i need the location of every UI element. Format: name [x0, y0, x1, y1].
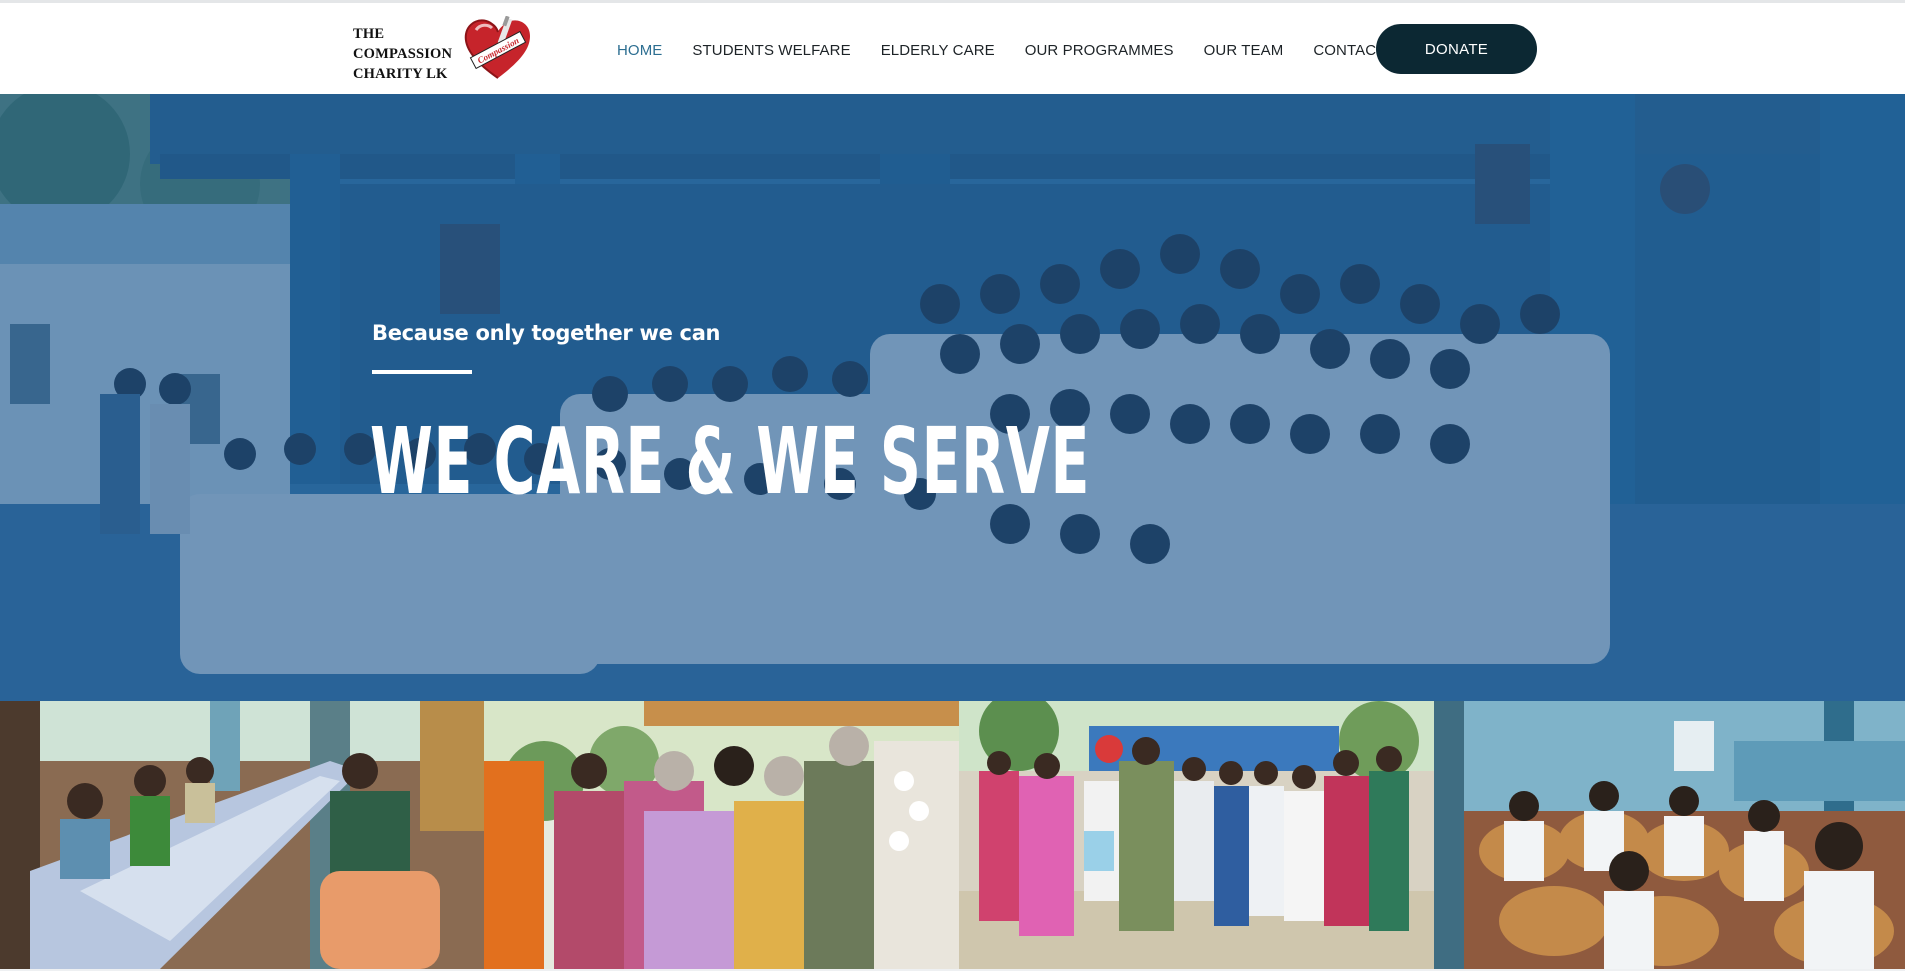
- logo-line-1: THE: [353, 26, 385, 42]
- logo-wordmark: THE COMPASSION CHARITY LK: [353, 24, 452, 84]
- nav-item-students-welfare[interactable]: STUDENTS WELFARE: [692, 42, 850, 59]
- elderly-dining-photo[interactable]: [0, 701, 484, 969]
- logo-line-2: COMPASSION: [353, 46, 453, 62]
- nav-item-home[interactable]: HOME: [617, 42, 662, 59]
- nav-item-our-programmes[interactable]: OUR PROGRAMMES: [1025, 42, 1174, 59]
- site-header: THE COMPASSION CHARITY LK Compassion HOM…: [0, 3, 1905, 94]
- students-seated-photo[interactable]: [1434, 701, 1905, 969]
- hero-banner: Because only together we can We Care & W…: [0, 94, 1905, 701]
- photo-gallery: [0, 701, 1905, 969]
- site-logo[interactable]: THE COMPASSION CHARITY LK Compassion: [352, 16, 530, 82]
- logo-line-3: CHARITY LK: [353, 66, 448, 82]
- elderly-group-prayer-photo[interactable]: [484, 701, 959, 969]
- students-donation-photo[interactable]: [959, 701, 1434, 969]
- hero-overlay: [0, 94, 1905, 701]
- hero-divider: [372, 370, 472, 374]
- main-nav: HOME STUDENTS WELFARE ELDERLY CARE OUR P…: [617, 39, 1410, 61]
- nav-item-elderly-care[interactable]: ELDERLY CARE: [881, 42, 995, 59]
- heart-icon: Compassion: [464, 16, 530, 79]
- hero-title: We Care & We Serve: [370, 408, 1091, 515]
- donate-button[interactable]: DONATE: [1376, 24, 1537, 74]
- nav-item-our-team[interactable]: OUR TEAM: [1204, 42, 1284, 59]
- hero-subtitle: Because only together we can: [372, 321, 721, 345]
